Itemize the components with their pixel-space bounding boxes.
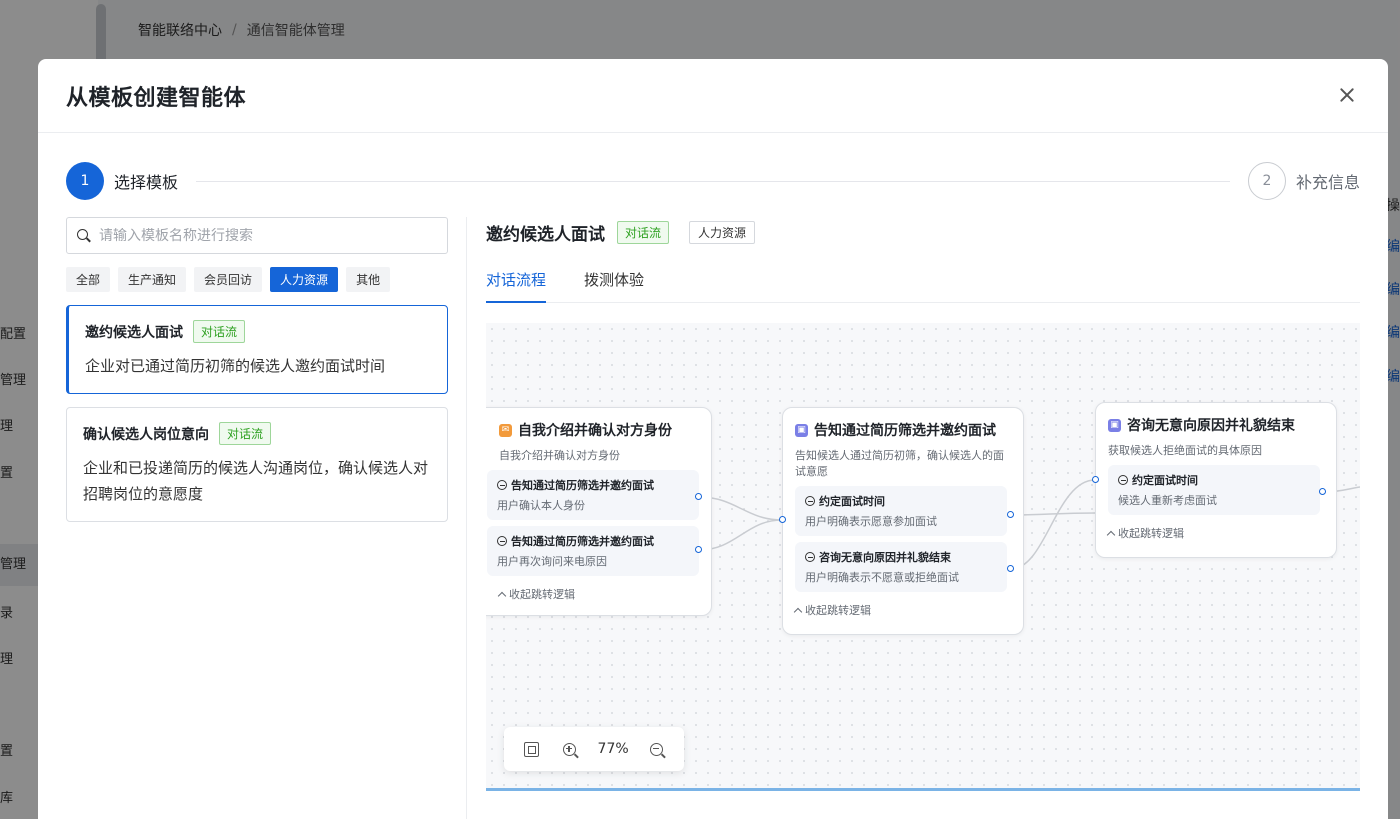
collapse-logic-toggle[interactable]: 收起跳转逻辑 xyxy=(1106,525,1324,541)
template-detail-panel: 邀约候选人面试 对话流 人力资源 对话流程 拨测体验 ✉ 自我介绍并确认对方身份 xyxy=(486,217,1360,819)
node-branch[interactable]: 约定面试时间 用户明确表示愿意参加面试 xyxy=(795,486,1007,536)
category-filters: 全部 生产通知 会员回访 人力资源 其他 xyxy=(66,267,448,292)
template-type-tag: 对话流 xyxy=(193,320,246,343)
template-desc: 企业对已通过简历初筛的候选人邀约面试时间 xyxy=(85,357,386,375)
arrow-right-icon xyxy=(805,552,815,562)
branch-condition: 用户明确表示不愿意或拒绝面试 xyxy=(805,571,959,584)
branch-title: 告知通过简历筛选并邀约面试 xyxy=(511,535,654,548)
arrow-right-icon xyxy=(1118,475,1128,485)
close-icon[interactable] xyxy=(1334,83,1360,109)
fit-view-button[interactable] xyxy=(521,739,541,759)
node-title: 自我介绍并确认对方身份 xyxy=(518,423,672,439)
template-title: 确认候选人岗位意向 xyxy=(83,426,209,443)
search-input[interactable] xyxy=(99,227,437,244)
output-port[interactable] xyxy=(1007,511,1014,518)
output-port[interactable] xyxy=(1007,565,1014,572)
panel-divider xyxy=(466,217,467,819)
collapse-label: 收起跳转逻辑 xyxy=(805,604,871,617)
zoom-toolbar: 77% xyxy=(504,727,684,771)
zoom-in-icon xyxy=(562,742,576,756)
modal-header: 从模板创建智能体 xyxy=(38,59,1388,133)
template-desc: 企业和已投递简历的候选人沟通岗位，确认候选人对招聘岗位的意愿度 xyxy=(83,459,429,503)
node-branch[interactable]: 告知通过简历筛选并邀约面试 用户再次询问来电原因 xyxy=(487,526,699,576)
filter-hr[interactable]: 人力资源 xyxy=(270,267,339,292)
arrow-right-icon xyxy=(497,536,507,546)
node-title: 咨询无意向原因并礼貌结束 xyxy=(1127,418,1295,434)
arrow-right-icon xyxy=(805,496,815,506)
fit-view-icon xyxy=(523,741,539,757)
search-box[interactable] xyxy=(66,217,448,254)
filter-other[interactable]: 其他 xyxy=(346,267,391,292)
chat-node-icon: ▣ xyxy=(795,423,808,437)
zoom-in-button[interactable] xyxy=(559,739,579,759)
modal-title: 从模板创建智能体 xyxy=(66,85,247,111)
template-title: 邀约候选人面试 xyxy=(85,324,183,341)
caret-up-icon xyxy=(1106,530,1116,539)
collapse-label: 收起跳转逻辑 xyxy=(509,588,575,601)
branch-title: 咨询无意向原因并礼貌结束 xyxy=(819,551,951,564)
node-branch[interactable]: 告知通过简历筛选并邀约面试 用户确认本人身份 xyxy=(487,470,699,520)
flow-canvas[interactable]: ✉ 自我介绍并确认对方身份 自我介绍并确认对方身份 告知通过简历筛选并邀约面试 … xyxy=(486,323,1360,791)
branch-condition: 用户明确表示愿意参加面试 xyxy=(805,515,937,528)
zoom-out-icon xyxy=(650,742,664,756)
branch-condition: 用户确认本人身份 xyxy=(497,499,585,512)
branch-condition: 候选人重新考虑面试 xyxy=(1118,494,1217,507)
output-port[interactable] xyxy=(695,493,702,500)
chat-node-icon: ✉ xyxy=(499,423,512,437)
template-card[interactable]: 确认候选人岗位意向 对话流 企业和已投递简历的候选人沟通岗位，确认候选人对招聘岗… xyxy=(66,407,448,522)
node-title: 告知通过简历筛选并邀约面试 xyxy=(814,423,996,439)
step-2: 2 补充信息 xyxy=(1247,162,1360,200)
detail-header: 邀约候选人面试 对话流 人力资源 xyxy=(486,217,1360,247)
input-port[interactable] xyxy=(779,516,786,523)
branch-title: 约定面试时间 xyxy=(1132,474,1198,487)
output-port[interactable] xyxy=(1319,488,1326,495)
caret-up-icon xyxy=(793,607,803,616)
detail-title: 邀约候选人面试 xyxy=(486,224,605,245)
template-list-panel: 全部 生产通知 会员回访 人力资源 其他 邀约候选人面试 对话流 企业对已通过简… xyxy=(66,217,448,522)
collapse-logic-toggle[interactable]: 收起跳转逻辑 xyxy=(486,586,699,602)
step-label: 选择模板 xyxy=(114,173,179,192)
node-branch[interactable]: 咨询无意向原因并礼貌结束 用户明确表示不愿意或拒绝面试 xyxy=(795,542,1007,592)
flow-node[interactable]: ▣ 告知通过简历筛选并邀约面试 告知候选人通过简历初筛，确认候选人的面试意愿 约… xyxy=(782,407,1024,635)
collapse-logic-toggle[interactable]: 收起跳转逻辑 xyxy=(793,602,1011,618)
flow-node[interactable]: ✉ 自我介绍并确认对方身份 自我介绍并确认对方身份 告知通过简历筛选并邀约面试 … xyxy=(486,407,712,616)
filter-member[interactable]: 会员回访 xyxy=(194,267,263,292)
caret-up-icon xyxy=(497,591,507,600)
branch-condition: 用户再次询问来电原因 xyxy=(497,555,607,568)
filter-all[interactable]: 全部 xyxy=(66,267,111,292)
output-port[interactable] xyxy=(695,546,702,553)
node-desc: 告知候选人通过简历初筛，确认候选人的面试意愿 xyxy=(795,449,1004,478)
search-icon xyxy=(77,228,91,243)
template-card-selected[interactable]: 邀约候选人面试 对话流 企业对已通过简历初筛的候选人邀约面试时间 xyxy=(66,305,448,394)
chat-node-icon: ▣ xyxy=(1108,418,1121,432)
step-connector xyxy=(196,180,1230,182)
flow-node[interactable]: ▣ 咨询无意向原因并礼貌结束 获取候选人拒绝面试的具体原因 约定面试时间 候选人… xyxy=(1095,402,1337,558)
node-desc: 自我介绍并确认对方身份 xyxy=(499,449,620,462)
branch-title: 告知通过简历筛选并邀约面试 xyxy=(511,479,654,492)
node-desc: 获取候选人拒绝面试的具体原因 xyxy=(1108,444,1262,457)
collapse-label: 收起跳转逻辑 xyxy=(1118,527,1184,540)
step-label: 补充信息 xyxy=(1295,173,1360,192)
template-type-tag: 对话流 xyxy=(219,422,272,445)
input-port[interactable] xyxy=(1092,476,1099,483)
detail-type-tag: 对话流 xyxy=(617,220,670,244)
arrow-right-icon xyxy=(497,480,507,490)
tab-dial-test[interactable]: 拨测体验 xyxy=(584,265,644,302)
detail-tabs: 对话流程 拨测体验 xyxy=(486,265,1360,303)
template-modal: 从模板创建智能体 1 选择模板 2 补充信息 全部 生产通知 会员回访 人力资源… xyxy=(38,59,1388,819)
zoom-level: 77% xyxy=(597,741,629,757)
detail-category-tag: 人力资源 xyxy=(689,220,756,244)
step-number: 2 xyxy=(1247,162,1286,200)
zoom-out-button[interactable] xyxy=(647,739,667,759)
step-1: 1 选择模板 xyxy=(66,162,178,200)
steps: 1 选择模板 2 补充信息 xyxy=(66,161,1360,201)
branch-title: 约定面试时间 xyxy=(819,495,885,508)
step-number: 1 xyxy=(66,162,104,200)
node-branch[interactable]: 约定面试时间 候选人重新考虑面试 xyxy=(1108,465,1320,515)
filter-production[interactable]: 生产通知 xyxy=(118,267,187,292)
tab-dialog-flow[interactable]: 对话流程 xyxy=(486,265,547,303)
